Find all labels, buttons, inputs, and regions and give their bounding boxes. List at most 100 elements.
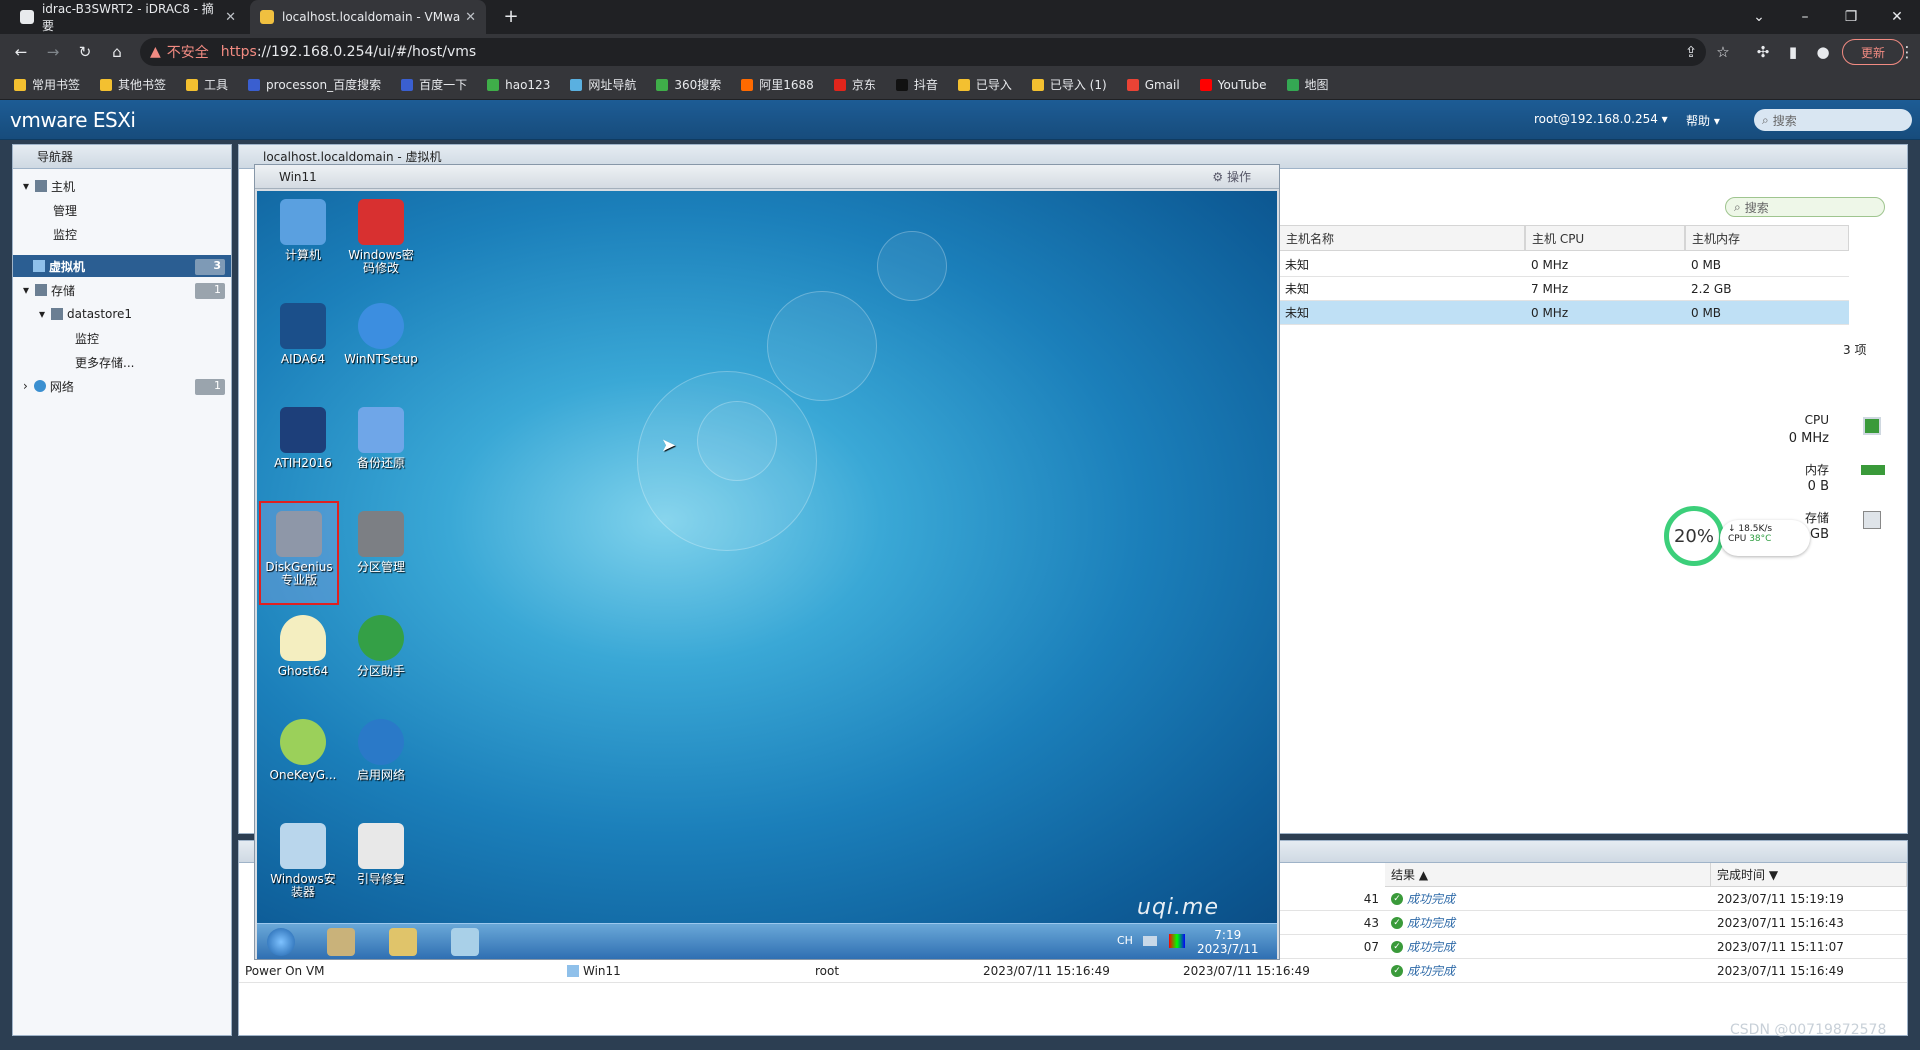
sidepanel-icon[interactable]: ▮ (1782, 41, 1804, 63)
app-icon[interactable] (451, 928, 479, 956)
bookmark-item[interactable]: YouTube (1199, 78, 1267, 92)
address-bar-row: ← → ↻ ⌂ ▲ 不安全 https://192.168.0.254/ui/#… (0, 34, 1920, 70)
help-menu[interactable]: 帮助 ▾ (1686, 112, 1720, 129)
table-cell[interactable]: 0 MHz (1525, 301, 1685, 325)
bookmark-item[interactable]: 百度一下 (401, 76, 467, 93)
task-result: ✓ 成功完成 (1385, 911, 1711, 935)
bookmark-item[interactable]: 网址导航 (570, 76, 636, 93)
console-actions-menu[interactable]: ⚙ 操作 (1212, 168, 1251, 185)
memory-icon (1861, 465, 1885, 475)
performance-gauge[interactable]: 20% (1664, 506, 1724, 566)
header-search-input[interactable]: ⌕ 搜索 (1754, 109, 1912, 131)
bookmark-item[interactable]: 其他书签 (100, 76, 166, 93)
vm-console-window[interactable]: Win11 ⚙ 操作 计算机 Windows密码修改 AIDA64 WinNTS… (254, 164, 1280, 960)
guest-desktop[interactable]: 计算机 Windows密码修改 AIDA64 WinNTSetup ATIH20… (257, 191, 1277, 923)
task-started: 07 (1279, 935, 1385, 959)
wallpaper-bubble (767, 291, 877, 401)
table-cell[interactable]: 0 MB (1685, 301, 1849, 325)
desktop-icon-atih[interactable]: ATIH2016 (265, 407, 341, 470)
update-button[interactable]: 更新 (1842, 39, 1904, 65)
desktop-icon-installer[interactable]: Windows安装器 (265, 823, 341, 899)
desktop-icon-aida64[interactable]: AIDA64 (265, 303, 341, 366)
nav-item-datastore1[interactable]: ▾ datastore1 (13, 303, 231, 325)
start-button-icon[interactable] (267, 928, 295, 956)
display-icon[interactable] (1169, 934, 1185, 948)
count-badge: 3 (195, 259, 225, 275)
nav-item-more-storage[interactable]: 更多存储... (13, 351, 231, 373)
extensions-icon[interactable]: ✣ (1752, 41, 1774, 63)
url-field[interactable]: ▲ 不安全 https://192.168.0.254/ui/#/host/vm… (140, 38, 1706, 66)
desktop-icon-winntsetup[interactable]: WinNTSetup (343, 303, 419, 366)
bookmark-item[interactable]: processon_百度搜索 (248, 76, 381, 93)
col-host-mem[interactable]: 主机内存 (1685, 225, 1849, 251)
desktop-icon-partition[interactable]: 分区管理 (343, 511, 419, 574)
profile-icon[interactable]: ● (1812, 41, 1834, 63)
cpu-value: 0 MHz (1788, 431, 1829, 446)
desktop-icon-network[interactable]: 启用网络 (343, 719, 419, 782)
desktop-icon-diskgenius[interactable]: DiskGenius专业版 (259, 501, 339, 605)
close-icon[interactable]: ✕ (465, 10, 476, 25)
task-target[interactable]: Win11 (561, 959, 809, 983)
bookmark-item[interactable]: 常用书签 (14, 76, 80, 93)
hao123-icon (487, 78, 500, 91)
navigator-header: 导航器 (13, 145, 231, 169)
forward-icon[interactable]: → (42, 41, 64, 63)
menu-icon[interactable]: ⋮ (1896, 41, 1918, 63)
bookmark-item[interactable]: 工具 (186, 76, 228, 93)
bookmark-item[interactable]: 已导入 (1) (1031, 76, 1107, 93)
vm-icon (33, 260, 45, 272)
nav-item-storage[interactable]: ▾ 存储 1 (13, 279, 231, 301)
user-menu[interactable]: root@192.168.0.254 ▾ (1534, 112, 1668, 126)
bookmark-item[interactable]: 已导入 (957, 76, 1012, 93)
desktop-icon-password[interactable]: Windows密码修改 (343, 199, 419, 275)
bookmark-item[interactable]: 京东 (833, 76, 876, 93)
col-result[interactable]: 结果 ▲ (1385, 863, 1711, 887)
nav-item-network[interactable]: › 网络 1 (13, 375, 231, 397)
close-window-button[interactable]: ✕ (1882, 6, 1912, 28)
nav-item-vms[interactable]: 虚拟机 3 (13, 255, 231, 277)
language-indicator[interactable]: CH (1117, 934, 1133, 947)
col-host-cpu[interactable]: 主机 CPU (1525, 225, 1685, 251)
aida64-icon (280, 303, 326, 349)
col-host-name[interactable]: 主机名称 (1279, 225, 1525, 251)
taskbar-clock[interactable]: 7:19 2023/7/11 (1197, 928, 1259, 956)
bookmark-item[interactable]: 阿里1688 (741, 76, 814, 93)
minimize-button[interactable]: – (1790, 6, 1820, 28)
table-cell[interactable]: 未知 (1279, 301, 1525, 325)
nav-item-manage[interactable]: 管理 (13, 199, 231, 221)
reload-icon[interactable]: ↻ (74, 41, 96, 63)
desktop-icon-backup[interactable]: 备份还原 (343, 407, 419, 470)
bookmark-item[interactable]: 地图 (1286, 76, 1329, 93)
close-icon[interactable]: ✕ (225, 10, 236, 25)
desktop-icon-partition-assistant[interactable]: 分区助手 (343, 615, 419, 678)
keyboard-icon[interactable] (1143, 936, 1157, 946)
desktop-icon-bootfix[interactable]: 引导修复 (343, 823, 419, 886)
new-tab-button[interactable]: + (500, 6, 522, 28)
share-icon[interactable]: ⇪ (1680, 41, 1702, 63)
tab-idrac[interactable]: idrac-B3SWRT2 - iDRAC8 - 摘要 ✕ (10, 0, 246, 34)
nav-item-monitor[interactable]: 监控 (13, 223, 231, 245)
nav-item-host[interactable]: ▾ 主机 (13, 175, 231, 197)
folder-icon (14, 78, 26, 91)
search-tool-icon[interactable] (389, 928, 417, 956)
bookmark-item[interactable]: 抖音 (895, 76, 938, 93)
network-speed-widget[interactable]: ↓ 18.5K/s CPU 38°C (1720, 520, 1810, 556)
restore-button[interactable]: ❐ (1836, 6, 1866, 28)
bookmark-star-icon[interactable]: ☆ (1712, 41, 1734, 63)
vm-search-input[interactable]: ⌕ 搜索 (1725, 197, 1885, 217)
home-icon[interactable]: ⌂ (106, 41, 128, 63)
bookmark-item[interactable]: 360搜索 (656, 76, 721, 93)
douyin-icon (895, 78, 908, 91)
col-completed[interactable]: 完成时间 ▼ (1711, 863, 1907, 887)
explorer-icon[interactable] (327, 928, 355, 956)
desktop-icon-onekey[interactable]: OneKeyG... (265, 719, 341, 782)
nav-item-ds-monitor[interactable]: 监控 (13, 327, 231, 349)
desktop-icon-computer[interactable]: 计算机 (265, 199, 341, 262)
bookmark-item[interactable]: Gmail (1126, 78, 1180, 92)
bookmark-item[interactable]: hao123 (487, 78, 550, 92)
tab-esxi[interactable]: localhost.localdomain - VMwa ✕ (250, 0, 486, 34)
back-icon[interactable]: ← (10, 41, 32, 63)
desktop-icon-ghost[interactable]: Ghost64 (265, 615, 341, 678)
tab-search-icon[interactable]: ⌄ (1744, 6, 1774, 28)
task-result: ✓ 成功完成 (1385, 935, 1711, 959)
